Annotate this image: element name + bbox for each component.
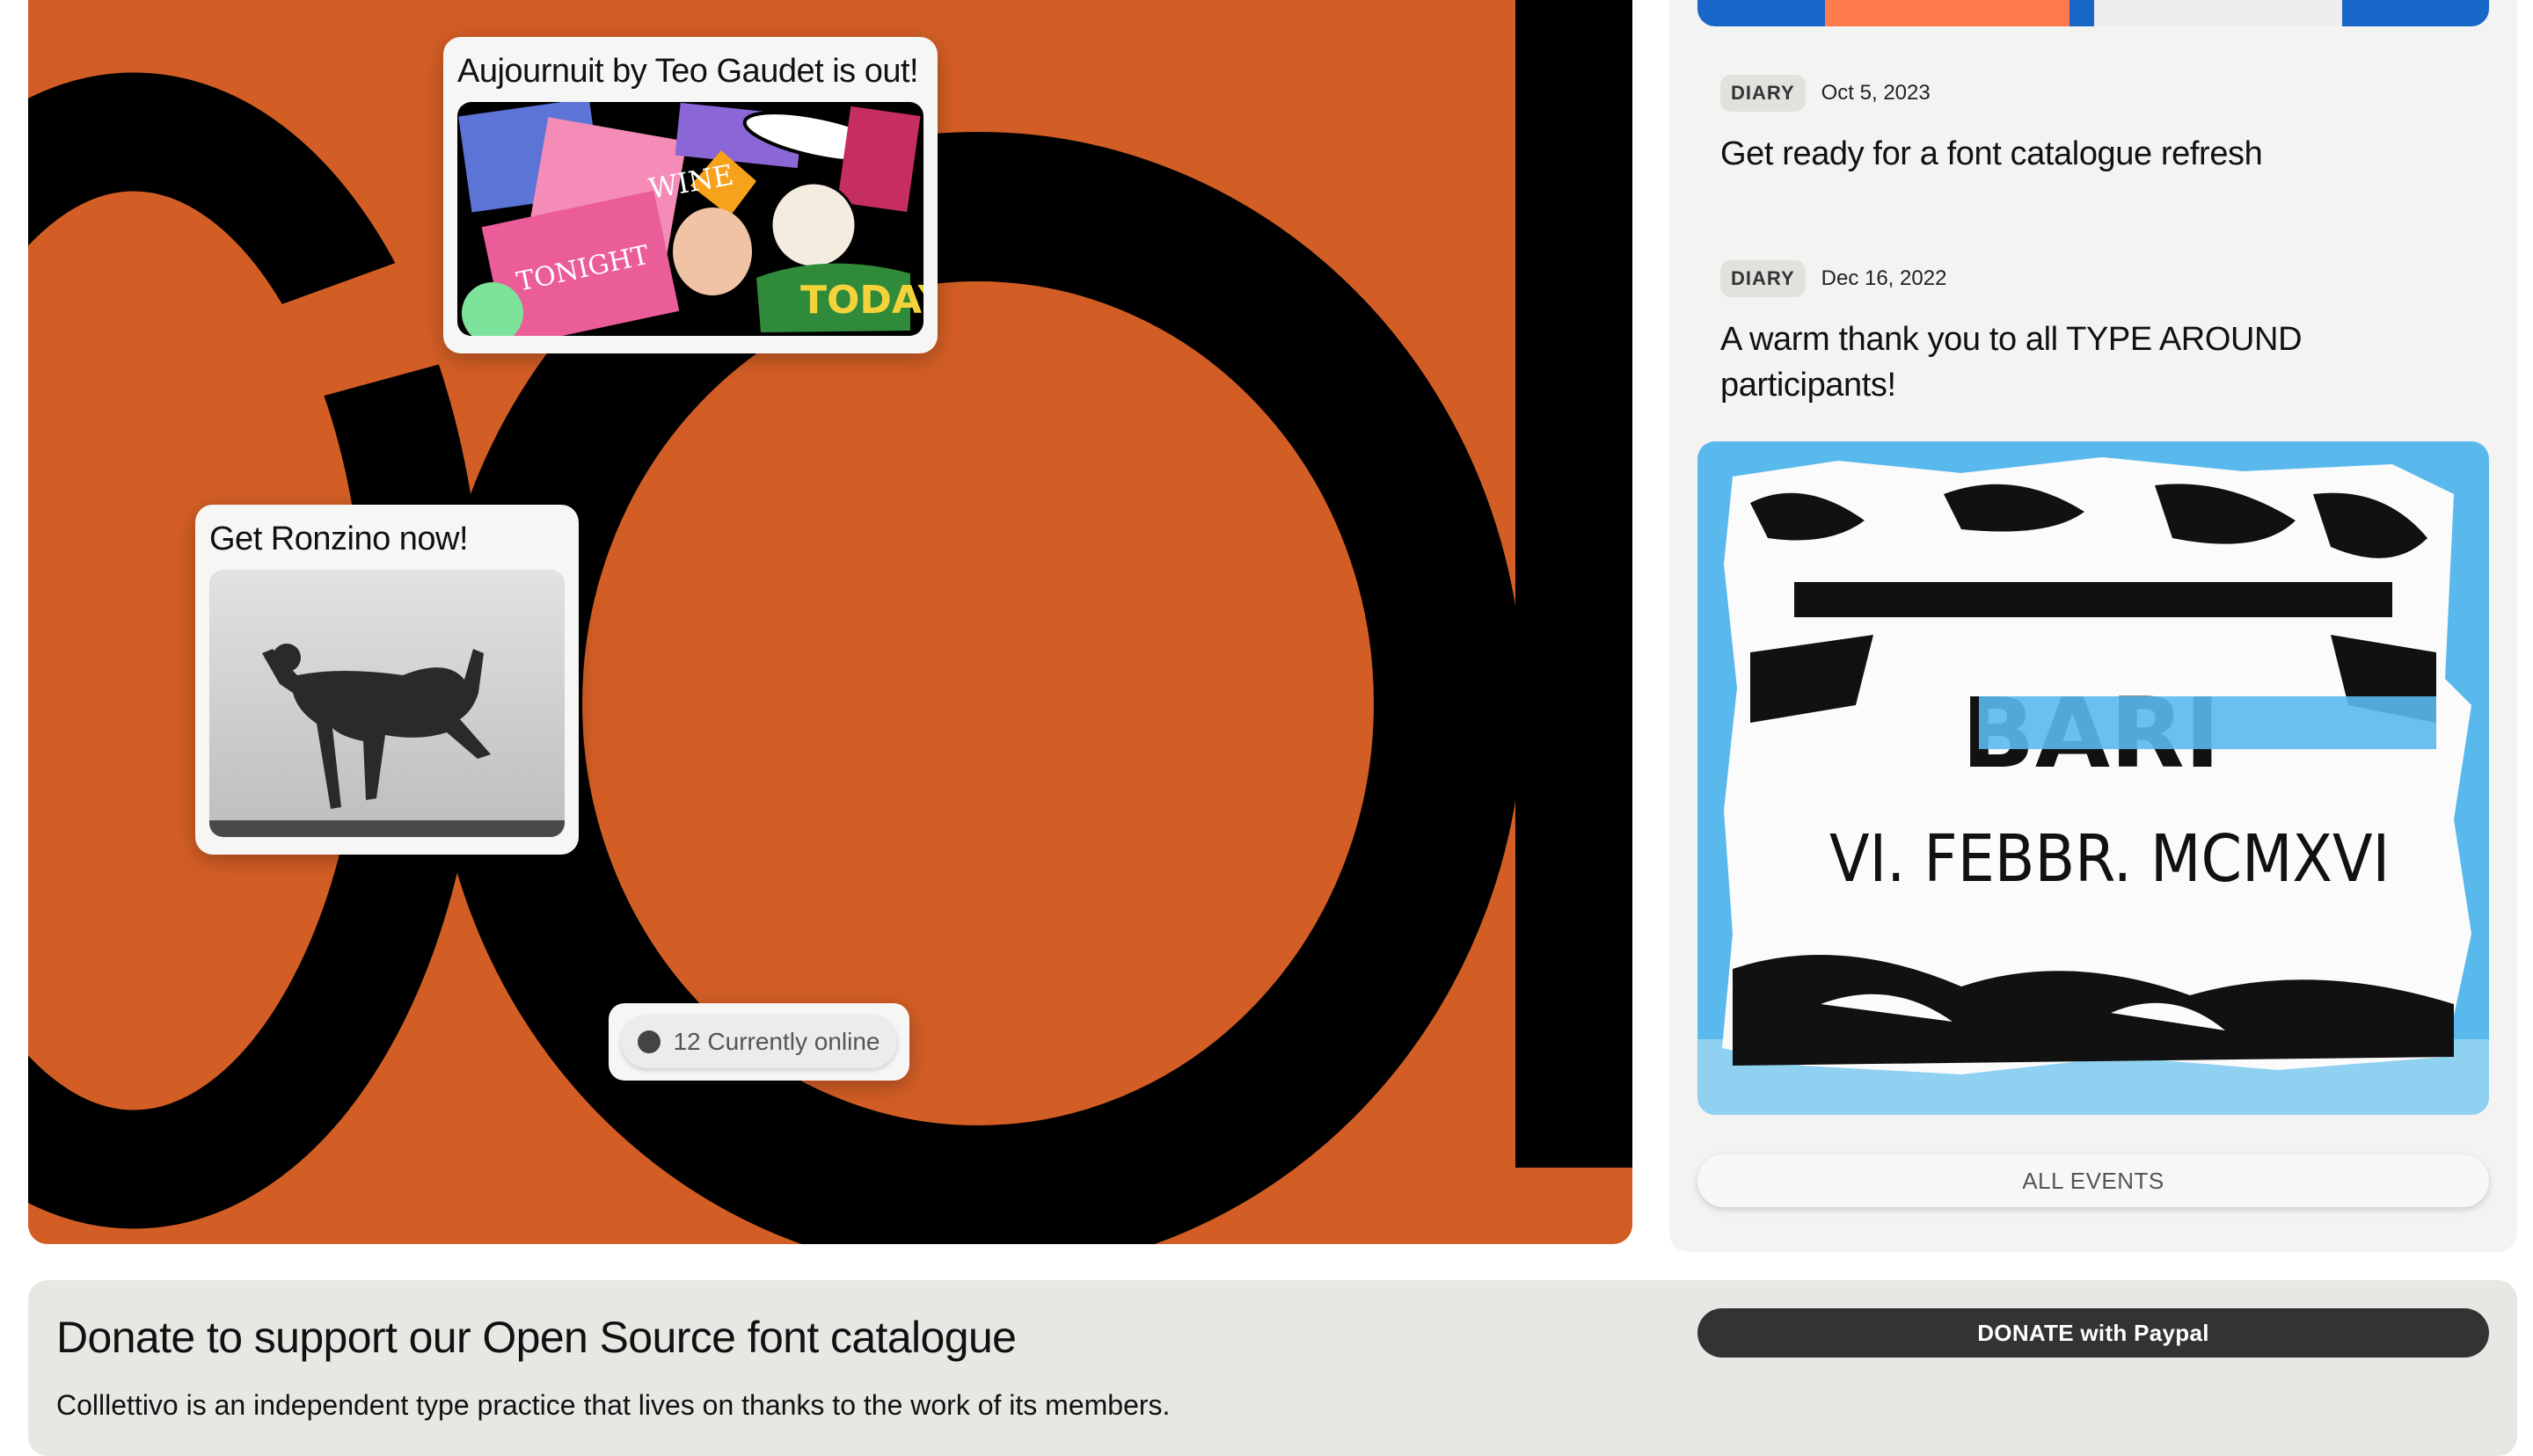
news-tag: DIARY	[1720, 260, 1806, 297]
ronzino-card-image	[209, 570, 565, 837]
event-poster-image[interactable]: BARI VI. FEBBR. MCMXVI	[1697, 441, 2489, 1115]
ronzino-card-title: Get Ronzino now!	[209, 521, 469, 557]
ronzino-card[interactable]: Get Ronzino now!	[195, 505, 579, 855]
news-title-link[interactable]: A warm thank you to all TYPE AROUND part…	[1720, 317, 2477, 408]
online-count-label: 12 Currently online	[673, 1028, 880, 1055]
status-dot-icon	[638, 1030, 661, 1053]
all-events-button[interactable]: ALL EVENTS	[1697, 1154, 2489, 1207]
hero-letter-stem	[1515, 0, 1632, 1168]
release-card[interactable]: Aujournuit by Teo Gaudet is out! WINE TO…	[443, 37, 938, 353]
news-tag: DIARY	[1720, 75, 1806, 112]
top-event-banner[interactable]	[1697, 0, 2489, 26]
release-card-image: WINE TONIGHT TODAY	[457, 102, 923, 336]
news-item[interactable]: DIARY Oct 5, 2023 Get ready for a font c…	[1720, 75, 2477, 177]
svg-text:TODAY: TODAY	[800, 278, 923, 323]
donate-title: Donate to support our Open Source font c…	[56, 1313, 1017, 1362]
donate-description: Colllettivo is an independent type pract…	[56, 1389, 1171, 1421]
news-title-link[interactable]: Get ready for a font catalogue refresh	[1720, 131, 2477, 177]
release-card-title: Aujournuit by Teo Gaudet is out!	[457, 53, 919, 90]
donate-section: Donate to support our Open Source font c…	[28, 1280, 2517, 1456]
news-date: Dec 16, 2022	[1821, 266, 1947, 290]
donate-paypal-button[interactable]: DONATE with Paypal	[1697, 1308, 2489, 1358]
news-sidebar: DIARY Oct 5, 2023 Get ready for a font c…	[1669, 0, 2517, 1252]
poster-line-2: VI. FEBBR. MCMXVI	[1829, 821, 2390, 897]
news-date: Oct 5, 2023	[1821, 81, 1931, 105]
online-status-pill: 12 Currently online	[621, 1016, 897, 1068]
online-status-card: 12 Currently online	[609, 1003, 909, 1081]
news-item[interactable]: DIARY Dec 16, 2022 A warm thank you to a…	[1720, 260, 2477, 408]
